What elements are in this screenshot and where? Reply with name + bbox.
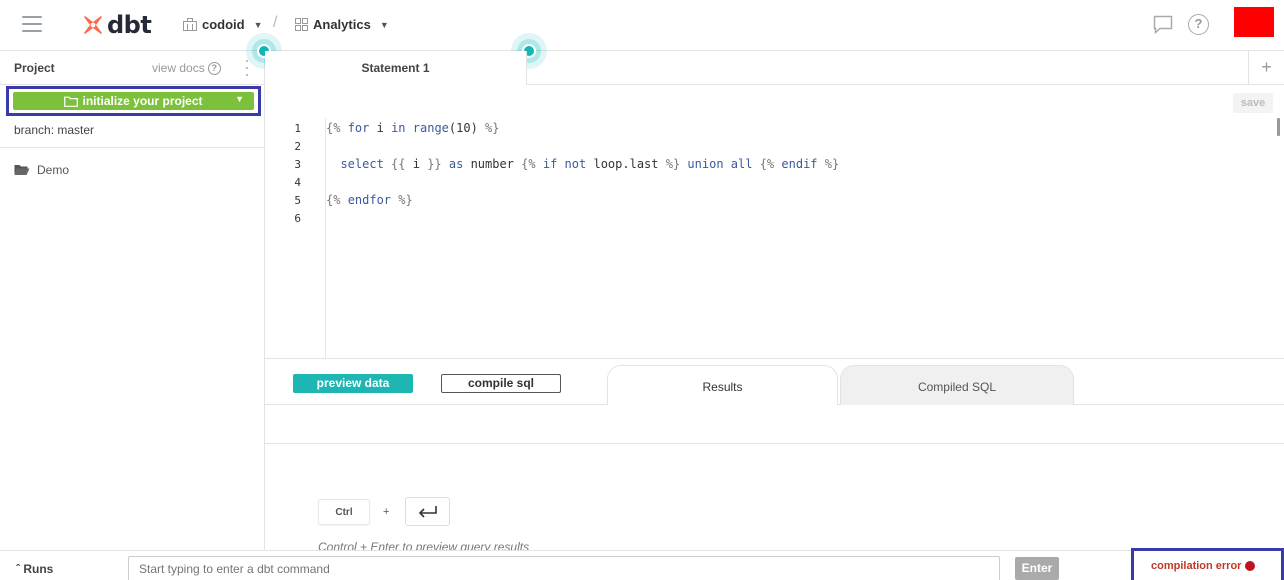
new-tab-button[interactable]: + bbox=[1248, 51, 1284, 85]
view-docs-link[interactable]: view docs ? bbox=[152, 61, 221, 75]
error-dot-icon bbox=[1245, 560, 1256, 571]
breadcrumb-separator: / bbox=[273, 14, 278, 31]
line-number: 6 bbox=[294, 212, 301, 225]
chevron-down-icon: ▼ bbox=[253, 19, 263, 30]
code-line: select {{ i }} as number {% if not loop.… bbox=[340, 157, 840, 171]
project-name: Analytics bbox=[313, 17, 371, 32]
code-editor[interactable]: {% for i in range(10) %} select {{ i }} … bbox=[326, 118, 1266, 358]
ctrl-key: Ctrl bbox=[318, 499, 370, 525]
sidebar-divider bbox=[0, 147, 265, 148]
question-icon: ? bbox=[207, 61, 221, 75]
more-options-icon[interactable] bbox=[245, 60, 249, 76]
initialize-project-button[interactable]: initialize your project ▼ bbox=[13, 92, 254, 110]
sidebar-header: Project view docs ? bbox=[0, 51, 265, 85]
help-icon[interactable]: ? bbox=[1188, 14, 1209, 35]
line-number: 2 bbox=[294, 140, 301, 153]
branch-label: branch: master bbox=[14, 123, 95, 137]
dbt-command-input[interactable] bbox=[128, 556, 1000, 580]
file-tree-item[interactable]: Demo bbox=[14, 163, 69, 177]
sidebar-title: Project bbox=[14, 61, 55, 75]
line-gutter: 1 2 3 4 5 6 bbox=[265, 118, 325, 358]
save-button[interactable]: save bbox=[1233, 93, 1273, 113]
compilation-status[interactable]: compilation error bbox=[1131, 548, 1284, 580]
enter-button[interactable]: Enter bbox=[1015, 557, 1059, 580]
menu-icon[interactable] bbox=[22, 16, 42, 34]
line-number: 4 bbox=[294, 176, 301, 189]
enter-key-icon bbox=[418, 505, 437, 518]
project-switcher[interactable]: Analytics ▼ bbox=[295, 17, 389, 32]
account-name: codoid bbox=[202, 17, 245, 32]
runs-label: Runs bbox=[23, 562, 54, 576]
preview-data-button[interactable]: preview data bbox=[293, 374, 413, 393]
enter-key bbox=[405, 497, 450, 526]
building-icon bbox=[183, 18, 197, 31]
folder-icon bbox=[64, 96, 79, 107]
chevron-up-icon: ˆ bbox=[16, 562, 20, 576]
code-line: {% for i in range(10) %} bbox=[326, 121, 500, 135]
line-number: 3 bbox=[294, 158, 301, 171]
code-line: {% endfor %} bbox=[326, 193, 413, 207]
line-number: 1 bbox=[294, 122, 301, 135]
tab-compiled-sql[interactable]: Compiled SQL bbox=[840, 365, 1074, 405]
view-docs-label: view docs bbox=[152, 61, 205, 75]
initialize-project-label: initialize your project bbox=[82, 94, 203, 108]
tab-statement-1[interactable]: Statement 1 bbox=[265, 51, 527, 85]
account-switcher[interactable]: codoid ▼ bbox=[183, 17, 263, 32]
chevron-down-icon: ▼ bbox=[379, 19, 389, 30]
chevron-down-icon: ▼ bbox=[235, 94, 244, 104]
project-sidebar: Project view docs ? initialize your proj… bbox=[0, 51, 265, 550]
chat-icon[interactable] bbox=[1153, 15, 1173, 34]
file-tree-label: Demo bbox=[37, 163, 70, 177]
dbt-logo[interactable]: dbt bbox=[82, 11, 152, 39]
editor-scrollbar[interactable] bbox=[1277, 118, 1280, 136]
compile-sql-button[interactable]: compile sql bbox=[441, 374, 561, 393]
runs-toggle[interactable]: ˆ Runs bbox=[16, 562, 53, 576]
shortcut-plus: + bbox=[383, 506, 390, 518]
compilation-error-label: compilation error bbox=[1151, 559, 1242, 572]
folder-open-icon bbox=[14, 165, 30, 175]
tab-results[interactable]: Results bbox=[607, 365, 838, 405]
dbt-logo-icon bbox=[84, 16, 102, 34]
line-number: 5 bbox=[294, 194, 301, 207]
grid-icon bbox=[295, 18, 308, 31]
results-divider bbox=[265, 443, 1284, 444]
avatar[interactable] bbox=[1234, 7, 1274, 37]
editor-tabs: Statement 1 + bbox=[265, 51, 1284, 85]
init-button-highlight: initialize your project ▼ bbox=[6, 86, 261, 116]
logo-text: dbt bbox=[107, 11, 152, 39]
top-bar: dbt codoid ▼ / Analytics ▼ ? bbox=[0, 0, 1284, 51]
